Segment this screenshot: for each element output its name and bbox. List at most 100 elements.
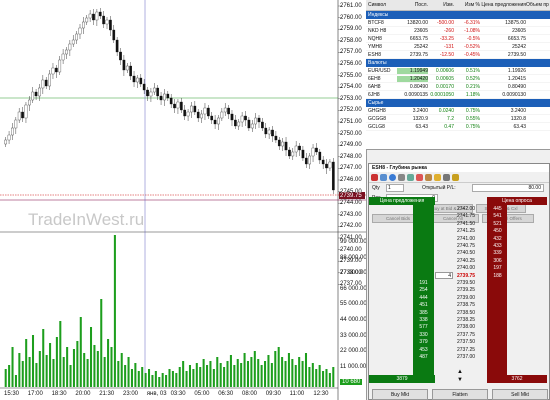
ladder-price[interactable]: 2741.00: [457, 236, 475, 242]
price-ladder[interactable]: Цена предложения Цена опроса 2742.00 2741.7…: [369, 197, 550, 397]
chart-icon[interactable]: [407, 173, 414, 181]
candle-body: [58, 59, 62, 73]
watchlist-row[interactable]: EUR/USD 1.19949 0.00606 0.51% 1.19926: [366, 67, 550, 75]
watchlist-table[interactable]: Символ Посл. Изм. Изм % Цена предложения Объе…: [366, 0, 550, 150]
volume-bar: [270, 363, 273, 387]
ladder-price[interactable]: 2738.75: [457, 302, 475, 308]
watchlist-column-header[interactable]: Символ: [366, 2, 397, 8]
scroll-down-icon[interactable]: ▼: [457, 377, 463, 383]
user-icon[interactable]: [443, 173, 450, 181]
pin-icon[interactable]: [371, 173, 378, 181]
tool-icon[interactable]: [425, 173, 432, 181]
bid-size[interactable]: 338: [414, 317, 433, 323]
watchlist-row[interactable]: NQH8 6653.75 -33.25 -0.5% 6653.75: [366, 35, 550, 43]
watchlist-cell: GCGG8: [368, 115, 387, 122]
volume-axis-label: 22 000.00: [340, 348, 367, 355]
gear-icon[interactable]: [398, 173, 405, 181]
ladder-price[interactable]: 2742.00: [457, 206, 475, 212]
watchlist-cell: -260: [443, 27, 454, 34]
ladder-price[interactable]: 2740.25: [457, 258, 475, 264]
watchlist-row[interactable]: 6AH8 0.80490 0.00170 0.21% 0.80490: [366, 83, 550, 91]
watchlist-section-header[interactable]: Индексы: [366, 11, 550, 19]
ladder-price[interactable]: 2741.25: [457, 228, 475, 234]
watchlist-cell: -12.50: [439, 51, 454, 58]
bid-size[interactable]: 444: [414, 295, 433, 301]
bid-size[interactable]: 453: [414, 347, 433, 353]
ask-size[interactable]: 521: [488, 221, 507, 227]
ask-size[interactable]: 432: [488, 236, 507, 242]
watchlist-row[interactable]: YMH8 25242 -131 -0.52% 25242: [366, 43, 550, 51]
watchlist-column-header[interactable]: Объем пр: [526, 2, 550, 8]
chart-canvas[interactable]: [0, 0, 366, 400]
watchlist-cell: -0.5%: [466, 35, 480, 42]
ask-size[interactable]: 306: [488, 258, 507, 264]
ladder-price[interactable]: 2739.25: [457, 287, 475, 293]
lock-icon[interactable]: [452, 173, 459, 181]
ladder-price[interactable]: 2740.50: [457, 250, 475, 256]
qty-field[interactable]: 1: [386, 184, 404, 192]
ladder-price[interactable]: 2737.75: [457, 332, 475, 338]
ladder-price[interactable]: 2739.50: [457, 280, 475, 286]
ladder-price[interactable]: 2738.50: [457, 310, 475, 316]
sell-market-button[interactable]: Sell Mkt: [492, 389, 548, 400]
bid-size[interactable]: 254: [414, 287, 433, 293]
watchlist-column-header[interactable]: Изм.: [428, 2, 454, 8]
ask-size[interactable]: 433: [488, 243, 507, 249]
watchlist-row[interactable]: GCGG8 1320.9 7.2 0.55% 1320.8: [366, 115, 550, 123]
bid-size[interactable]: 577: [414, 324, 433, 330]
ladder-price[interactable]: 2740.75: [457, 243, 475, 249]
bid-size[interactable]: 385: [414, 310, 433, 316]
watchlist-section-header[interactable]: Сырье: [366, 99, 550, 107]
watchlist-row[interactable]: 6EH8 1.20420 0.00605 0.52% 1.20415: [366, 75, 550, 83]
ladder-price[interactable]: 2741.75: [457, 213, 475, 219]
watchlist-cell: -33.25: [439, 35, 454, 42]
time-axis-label: 18:30: [51, 391, 67, 397]
bid-size[interactable]: 487: [414, 354, 433, 360]
ask-size[interactable]: 197: [488, 265, 507, 271]
volume-bar: [103, 357, 106, 387]
watchlist-cell: 2739.50: [507, 51, 526, 58]
ladder-price[interactable]: 2737.50: [457, 339, 475, 345]
bid-size[interactable]: 451: [414, 302, 433, 308]
star-icon[interactable]: [434, 173, 441, 181]
bid-size[interactable]: 330: [414, 332, 433, 338]
ladder-price[interactable]: 2739.00: [457, 295, 475, 301]
watchlist-row[interactable]: 6JH8 0.0090135 0.0001050 1.18% 0.0090130: [366, 91, 550, 99]
watchlist-column-header[interactable]: Посл.: [397, 2, 428, 8]
watchlist-section-header[interactable]: Валюты: [366, 59, 550, 67]
watchlist-column-header[interactable]: Изм %: [454, 2, 480, 8]
ask-size[interactable]: 450: [488, 228, 507, 234]
watchlist-row[interactable]: ESH8 2739.75 -12.50 -0.45% 2739.50: [366, 51, 550, 59]
ladder-price[interactable]: 2737.25: [457, 347, 475, 353]
ladder-price[interactable]: 2739.75: [457, 273, 475, 279]
ask-size[interactable]: 445: [488, 206, 507, 212]
ladder-price[interactable]: 2738.25: [457, 317, 475, 323]
bid-size[interactable]: 191: [414, 280, 433, 286]
depth-of-market-window[interactable]: ESH8 - Глубина рынка Qty 1 Открытый P/L: 80…: [368, 163, 550, 400]
flatten-button[interactable]: Flatten: [432, 389, 488, 400]
ladder-price[interactable]: 2737.00: [457, 354, 475, 360]
watchlist-row[interactable]: BTCF8 13820.00 -500.00 -6.31% 13875.00: [366, 19, 550, 27]
watchlist-cell: -500.00: [437, 19, 454, 26]
ladder-price[interactable]: 2738.00: [457, 324, 475, 330]
volume-axis-label: 66 000.00: [340, 285, 367, 292]
watchlist-row[interactable]: GHGH8 3.2400 0.0240 0.75% 3.2400: [366, 107, 550, 115]
price-chart[interactable]: TradeInWest.ru 2761.00 2760.00 2759.00 2758…: [0, 0, 367, 400]
watchlist-row[interactable]: GCLG8 63.43 0.47 0.75% 63.43: [366, 123, 550, 131]
bid-size[interactable]: 379: [414, 339, 433, 345]
buy-market-button[interactable]: Buy Mkt: [372, 389, 428, 400]
ladder-price[interactable]: 2741.50: [457, 221, 475, 227]
scroll-up-icon[interactable]: ▲: [457, 369, 463, 375]
globe-icon[interactable]: [389, 173, 396, 181]
ask-size[interactable]: 541: [488, 213, 507, 219]
volume-bar: [42, 329, 45, 387]
time-axis-label: 05:00: [194, 391, 210, 397]
watchlist-column-header[interactable]: Цена предложения: [480, 2, 526, 8]
ladder-price[interactable]: 2740.00: [457, 265, 475, 271]
ask-size[interactable]: 339: [488, 250, 507, 256]
candle-body: [244, 115, 247, 121]
watchlist-row[interactable]: NKD H8 23605 -260 -1.08% 23605: [366, 27, 550, 35]
link-icon[interactable]: [380, 173, 387, 181]
flag-icon[interactable]: [416, 173, 423, 181]
ask-size[interactable]: 188: [488, 273, 507, 279]
